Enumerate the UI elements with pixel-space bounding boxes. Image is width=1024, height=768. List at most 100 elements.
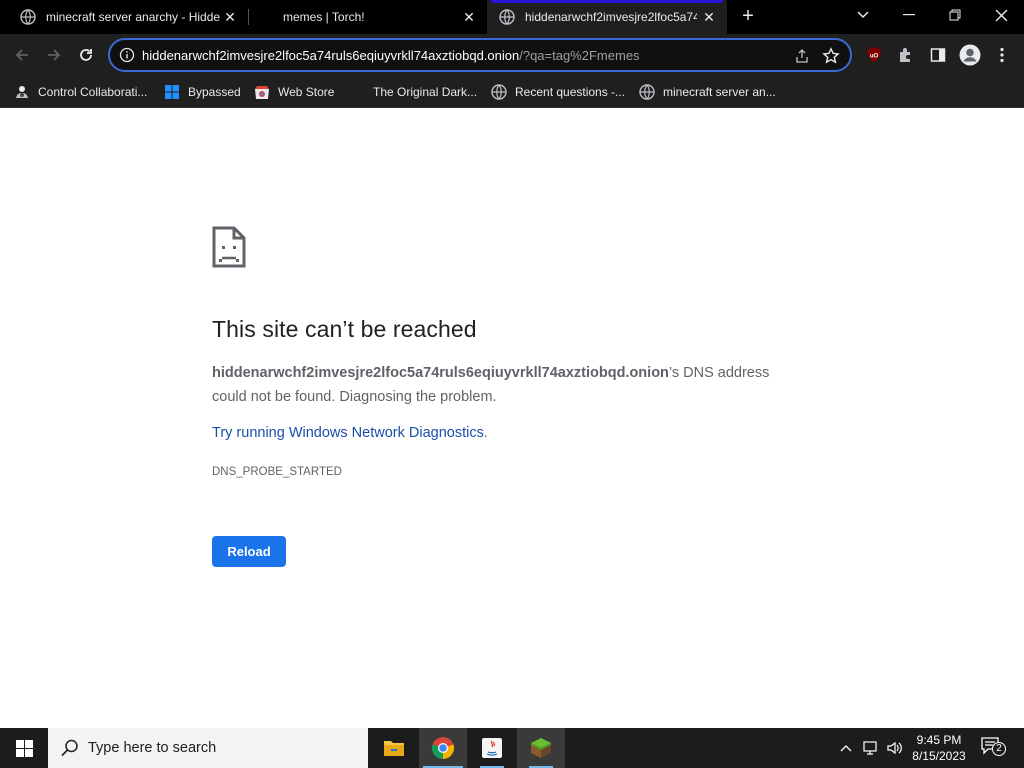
url-host: hiddenarwchf2imvesjre2lfoc5a74ruls6eqiuy…	[142, 48, 520, 63]
tab-search-button[interactable]	[840, 0, 886, 30]
bookmark-recent-questions[interactable]: Recent questions -...	[491, 82, 625, 102]
globe-icon	[499, 9, 515, 25]
network-tray-button[interactable]	[861, 738, 881, 758]
bookmark-label: Control Collaborati...	[38, 85, 148, 99]
network-diagnostics-link[interactable]: Try running Windows Network Diagnostics	[212, 425, 484, 441]
close-icon[interactable]: ✕	[222, 9, 238, 25]
error-suggestion: Try running Windows Network Diagnostics.	[212, 425, 488, 441]
folder-icon	[384, 741, 404, 756]
close-icon[interactable]: ✕	[701, 9, 717, 25]
taskbar-search[interactable]: Type here to search	[48, 728, 368, 768]
tab-title: memes | Torch!	[283, 10, 365, 24]
notifications-button[interactable]: 2	[980, 736, 1006, 760]
bookmark-label: Bypassed	[188, 85, 241, 99]
tab-active-indicator	[491, 0, 723, 3]
chevron-up-icon	[840, 745, 852, 752]
close-window-button[interactable]	[978, 0, 1024, 30]
speaker-icon	[887, 741, 902, 755]
java-taskbar[interactable]	[468, 728, 516, 768]
bookmark-web-store[interactable]: Web Store	[254, 82, 334, 102]
extensions-button[interactable]	[896, 45, 916, 65]
tab-torch[interactable]: memes | Torch! ✕	[249, 0, 487, 34]
new-tab-button[interactable]: +	[736, 5, 760, 29]
tab-hidden-wiki[interactable]: minecraft server anarchy - Hidden Wiki ✕	[0, 0, 248, 34]
chrome-taskbar[interactable]	[419, 728, 467, 768]
blank-icon	[349, 84, 365, 100]
screen: minecraft server anarchy - Hidden Wiki ✕…	[0, 0, 1024, 768]
taskbar-clock[interactable]: 9:45 PM 8/15/2023	[906, 732, 972, 764]
minecraft-grass-block-icon	[531, 738, 551, 758]
reload-icon	[80, 49, 92, 61]
file-explorer-taskbar[interactable]	[370, 728, 418, 768]
tab-title: hiddenarwchf2imvesjre2lfoc5a74ruls6eqiuy…	[525, 10, 697, 24]
menu-button[interactable]	[992, 45, 1012, 65]
address-bar[interactable]: hiddenarwchf2imvesjre2lfoc5a74ruls6eqiuy…	[108, 38, 852, 72]
tab-title: minecraft server anarchy - Hidden Wiki	[46, 10, 220, 24]
minimize-button[interactable]	[886, 0, 932, 30]
arrow-left-icon	[15, 49, 28, 61]
show-hidden-icons-button[interactable]	[836, 738, 856, 758]
reload-button[interactable]: Reload	[212, 536, 286, 567]
restore-button[interactable]	[932, 0, 978, 30]
side-panel-button[interactable]	[928, 45, 948, 65]
search-placeholder: Type here to search	[88, 740, 217, 756]
avatar-icon	[959, 44, 981, 66]
bookmark-original-dark[interactable]: The Original Dark...	[349, 82, 477, 102]
globe-icon	[491, 84, 507, 100]
globe-icon	[639, 84, 655, 100]
windows-icon	[165, 85, 179, 99]
webstore-icon	[255, 86, 269, 99]
error-description: hiddenarwchf2imvesjre2lfoc5a74ruls6eqiuy…	[212, 361, 802, 409]
clock-date: 8/15/2023	[912, 749, 966, 763]
tab-active-onion[interactable]: hiddenarwchf2imvesjre2lfoc5a74ruls6eqiuy…	[487, 0, 727, 34]
url-text[interactable]: hiddenarwchf2imvesjre2lfoc5a74ruls6eqiuy…	[142, 48, 640, 63]
notification-count-badge: 2	[992, 742, 1006, 756]
java-icon	[482, 738, 502, 758]
suggestion-period: .	[483, 425, 488, 441]
error-page: This site can’t be reached hiddenarwchf2…	[0, 108, 1024, 728]
reload-toolbar-button[interactable]	[74, 43, 98, 67]
error-host: hiddenarwchf2imvesjre2lfoc5a74ruls6eqiuy…	[212, 365, 669, 381]
share-icon[interactable]	[794, 48, 810, 64]
bookmark-control-collaboration[interactable]: Control Collaborati...	[14, 82, 147, 102]
puzzle-icon	[900, 48, 910, 62]
globe-icon	[20, 9, 36, 25]
back-button[interactable]	[10, 43, 34, 67]
restore-icon	[949, 9, 961, 21]
start-button[interactable]	[0, 728, 48, 768]
search-icon	[61, 739, 78, 757]
minecraft-taskbar[interactable]	[517, 728, 565, 768]
bookmark-minecraft-server[interactable]: minecraft server an...	[639, 82, 776, 102]
arrow-right-icon	[48, 49, 61, 61]
ublock-extension-button[interactable]: uO	[864, 45, 884, 65]
bookmark-label: The Original Dark...	[373, 85, 478, 99]
info-icon[interactable]	[119, 47, 135, 63]
url-path: /?qa=tag%2Fmemes	[519, 48, 640, 63]
sad-document-icon	[212, 226, 246, 268]
svg-text:uO: uO	[870, 54, 879, 60]
clock-time: 9:45 PM	[916, 733, 962, 747]
minimize-icon	[903, 14, 915, 16]
chrome-icon	[431, 737, 455, 759]
bookmark-label: Recent questions -...	[515, 85, 626, 99]
close-icon[interactable]: ✕	[461, 9, 477, 25]
kebab-menu-icon	[1000, 47, 1004, 63]
error-code: DNS_PROBE_STARTED	[212, 466, 342, 478]
collab-icon	[16, 86, 28, 98]
tab-strip: minecraft server anarchy - Hidden Wiki ✕…	[0, 0, 1024, 34]
bookmarks-bar: Control Collaborati... Bypassed Web Stor…	[0, 76, 1024, 108]
bookmark-bypassed[interactable]: Bypassed	[164, 82, 241, 102]
close-icon	[995, 9, 1007, 21]
windows-start-icon	[15, 739, 33, 757]
network-icon	[863, 741, 877, 755]
taskbar: Type here to search 9:45 PM 8/15/2023 2	[0, 728, 1024, 768]
side-panel-icon	[930, 48, 946, 62]
toolbar: hiddenarwchf2imvesjre2lfoc5a74ruls6eqiuy…	[0, 34, 1024, 100]
forward-button[interactable]	[42, 43, 66, 67]
bookmark-label: minecraft server an...	[663, 85, 776, 99]
profile-button[interactable]	[958, 43, 982, 67]
ublock-icon: uO	[867, 47, 881, 63]
volume-tray-button[interactable]	[885, 738, 905, 758]
bookmark-label: Web Store	[278, 85, 335, 99]
star-icon[interactable]	[822, 47, 840, 65]
